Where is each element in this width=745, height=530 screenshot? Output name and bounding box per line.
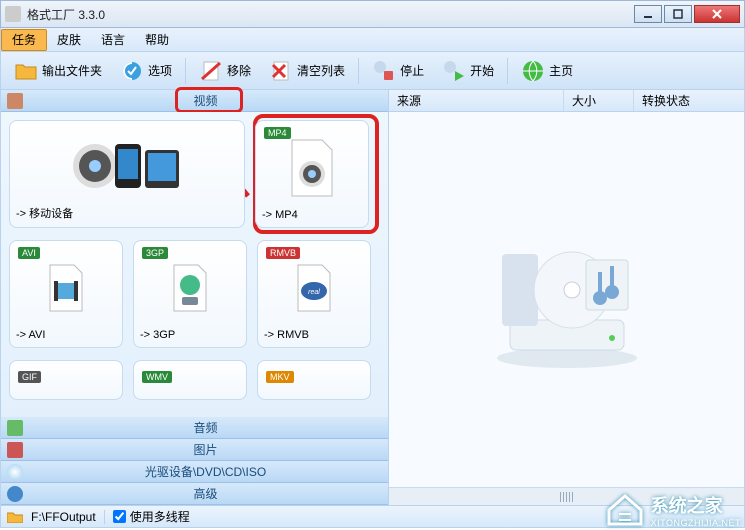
wmv-badge: WMV xyxy=(142,371,172,383)
horizontal-scrollbar[interactable] xyxy=(389,487,744,505)
remove-label: 移除 xyxy=(227,62,251,79)
start-button[interactable]: 开始 xyxy=(435,56,501,86)
category-video-label: 视频 xyxy=(29,92,382,109)
rmvb-badge: RMVB xyxy=(266,247,300,259)
close-button[interactable] xyxy=(694,5,740,23)
folder-icon[interactable] xyxy=(7,511,23,523)
format-mp4[interactable]: MP4 -> MP4 xyxy=(255,120,369,228)
menu-language[interactable]: 语言 xyxy=(91,29,135,51)
minimize-button[interactable] xyxy=(634,5,662,23)
format-gif[interactable]: GIF xyxy=(9,360,123,400)
svg-text:real: real xyxy=(308,289,320,296)
3gp-file-icon xyxy=(170,247,210,329)
category-image-label: 图片 xyxy=(29,441,382,458)
main-content: 视频 -> 移动设备 MP4 -> MP4 xyxy=(0,90,745,506)
start-label: 开始 xyxy=(470,62,494,79)
category-advanced[interactable]: 高级 xyxy=(1,483,388,505)
clear-list-icon xyxy=(269,59,293,83)
format-rmvb-label: -> RMVB xyxy=(264,329,309,341)
format-rmvb[interactable]: RMVB real -> RMVB xyxy=(257,240,371,348)
placeholder-graphic xyxy=(482,230,652,370)
category-audio[interactable]: 音频 xyxy=(1,417,388,439)
mobile-devices-icon xyxy=(67,127,187,205)
globe-icon xyxy=(521,59,545,83)
statusbar: F:\FFOutput 使用多线程 xyxy=(0,506,745,528)
menu-skin[interactable]: 皮肤 xyxy=(47,29,91,51)
mp4-file-icon xyxy=(287,127,337,209)
format-3gp[interactable]: 3GP -> 3GP xyxy=(133,240,247,348)
output-folder-button[interactable]: 输出文件夹 xyxy=(7,56,109,86)
mp4-badge: MP4 xyxy=(264,127,291,139)
clear-list-button[interactable]: 清空列表 xyxy=(262,56,352,86)
toolbar-separator xyxy=(358,58,359,84)
window-title: 格式工厂 3.3.0 xyxy=(27,6,634,23)
format-mp4-label: -> MP4 xyxy=(262,209,298,221)
remove-button[interactable]: 移除 xyxy=(192,56,258,86)
gif-badge: GIF xyxy=(18,371,41,383)
format-wmv[interactable]: WMV xyxy=(133,360,247,400)
remove-icon xyxy=(199,59,223,83)
advanced-category-icon xyxy=(7,486,23,502)
rmvb-file-icon: real xyxy=(294,247,334,329)
avi-badge: AVI xyxy=(18,247,40,259)
format-mobile-label: -> 移动设备 xyxy=(16,205,73,221)
category-disc[interactable]: 光驱设备\DVD\CD\ISO xyxy=(1,461,388,483)
category-disc-label: 光驱设备\DVD\CD\ISO xyxy=(29,463,382,480)
stop-label: 停止 xyxy=(400,62,424,79)
category-advanced-label: 高级 xyxy=(29,485,382,502)
format-avi[interactable]: AVI -> AVI xyxy=(9,240,123,348)
format-3gp-label: -> 3GP xyxy=(140,329,175,341)
format-mkv[interactable]: MKV xyxy=(257,360,371,400)
stop-icon xyxy=(372,59,396,83)
options-icon xyxy=(120,59,144,83)
menubar: 任务 皮肤 语言 帮助 xyxy=(0,28,745,52)
category-image[interactable]: 图片 xyxy=(1,439,388,461)
statusbar-separator xyxy=(104,510,105,524)
col-size[interactable]: 大小 xyxy=(564,90,634,111)
stop-button[interactable]: 停止 xyxy=(365,56,431,86)
3gp-badge: 3GP xyxy=(142,247,168,259)
format-mobile[interactable]: -> 移动设备 xyxy=(9,120,245,228)
output-folder-label: 输出文件夹 xyxy=(42,62,102,79)
menu-task[interactable]: 任务 xyxy=(1,29,47,51)
multithread-checkbox-input[interactable] xyxy=(113,510,126,523)
audio-category-icon xyxy=(7,420,23,436)
mkv-badge: MKV xyxy=(266,371,294,383)
start-icon xyxy=(442,59,466,83)
scrollbar-grip xyxy=(560,492,574,502)
disc-category-icon xyxy=(7,464,23,480)
home-label: 主页 xyxy=(549,62,573,79)
right-panel: 来源 大小 转换状态 xyxy=(389,90,744,505)
options-label: 选项 xyxy=(148,62,172,79)
home-button[interactable]: 主页 xyxy=(514,56,580,86)
toolbar-separator xyxy=(185,58,186,84)
task-list-empty[interactable] xyxy=(389,112,744,487)
multithread-checkbox[interactable]: 使用多线程 xyxy=(113,508,190,525)
category-video[interactable]: 视频 xyxy=(1,90,388,112)
toolbar: 输出文件夹 选项 移除 清空列表 停止 开始 主页 xyxy=(0,52,745,90)
output-path[interactable]: F:\FFOutput xyxy=(31,510,96,524)
multithread-label: 使用多线程 xyxy=(130,508,190,525)
maximize-button[interactable] xyxy=(664,5,692,23)
menu-help[interactable]: 帮助 xyxy=(135,29,179,51)
clear-list-label: 清空列表 xyxy=(297,62,345,79)
titlebar: 格式工厂 3.3.0 xyxy=(0,0,745,28)
col-status[interactable]: 转换状态 xyxy=(634,90,744,111)
avi-file-icon xyxy=(46,247,86,329)
category-audio-label: 音频 xyxy=(29,419,382,436)
toolbar-separator xyxy=(507,58,508,84)
options-button[interactable]: 选项 xyxy=(113,56,179,86)
format-grid: -> 移动设备 MP4 -> MP4 AVI -> AVI 3GP xyxy=(1,112,388,417)
folder-icon xyxy=(14,59,38,83)
column-headers: 来源 大小 转换状态 xyxy=(389,90,744,112)
video-category-icon xyxy=(7,93,23,109)
left-panel: 视频 -> 移动设备 MP4 -> MP4 xyxy=(1,90,389,505)
app-icon xyxy=(5,6,21,22)
format-avi-label: -> AVI xyxy=(16,329,45,341)
col-source[interactable]: 来源 xyxy=(389,90,564,111)
image-category-icon xyxy=(7,442,23,458)
